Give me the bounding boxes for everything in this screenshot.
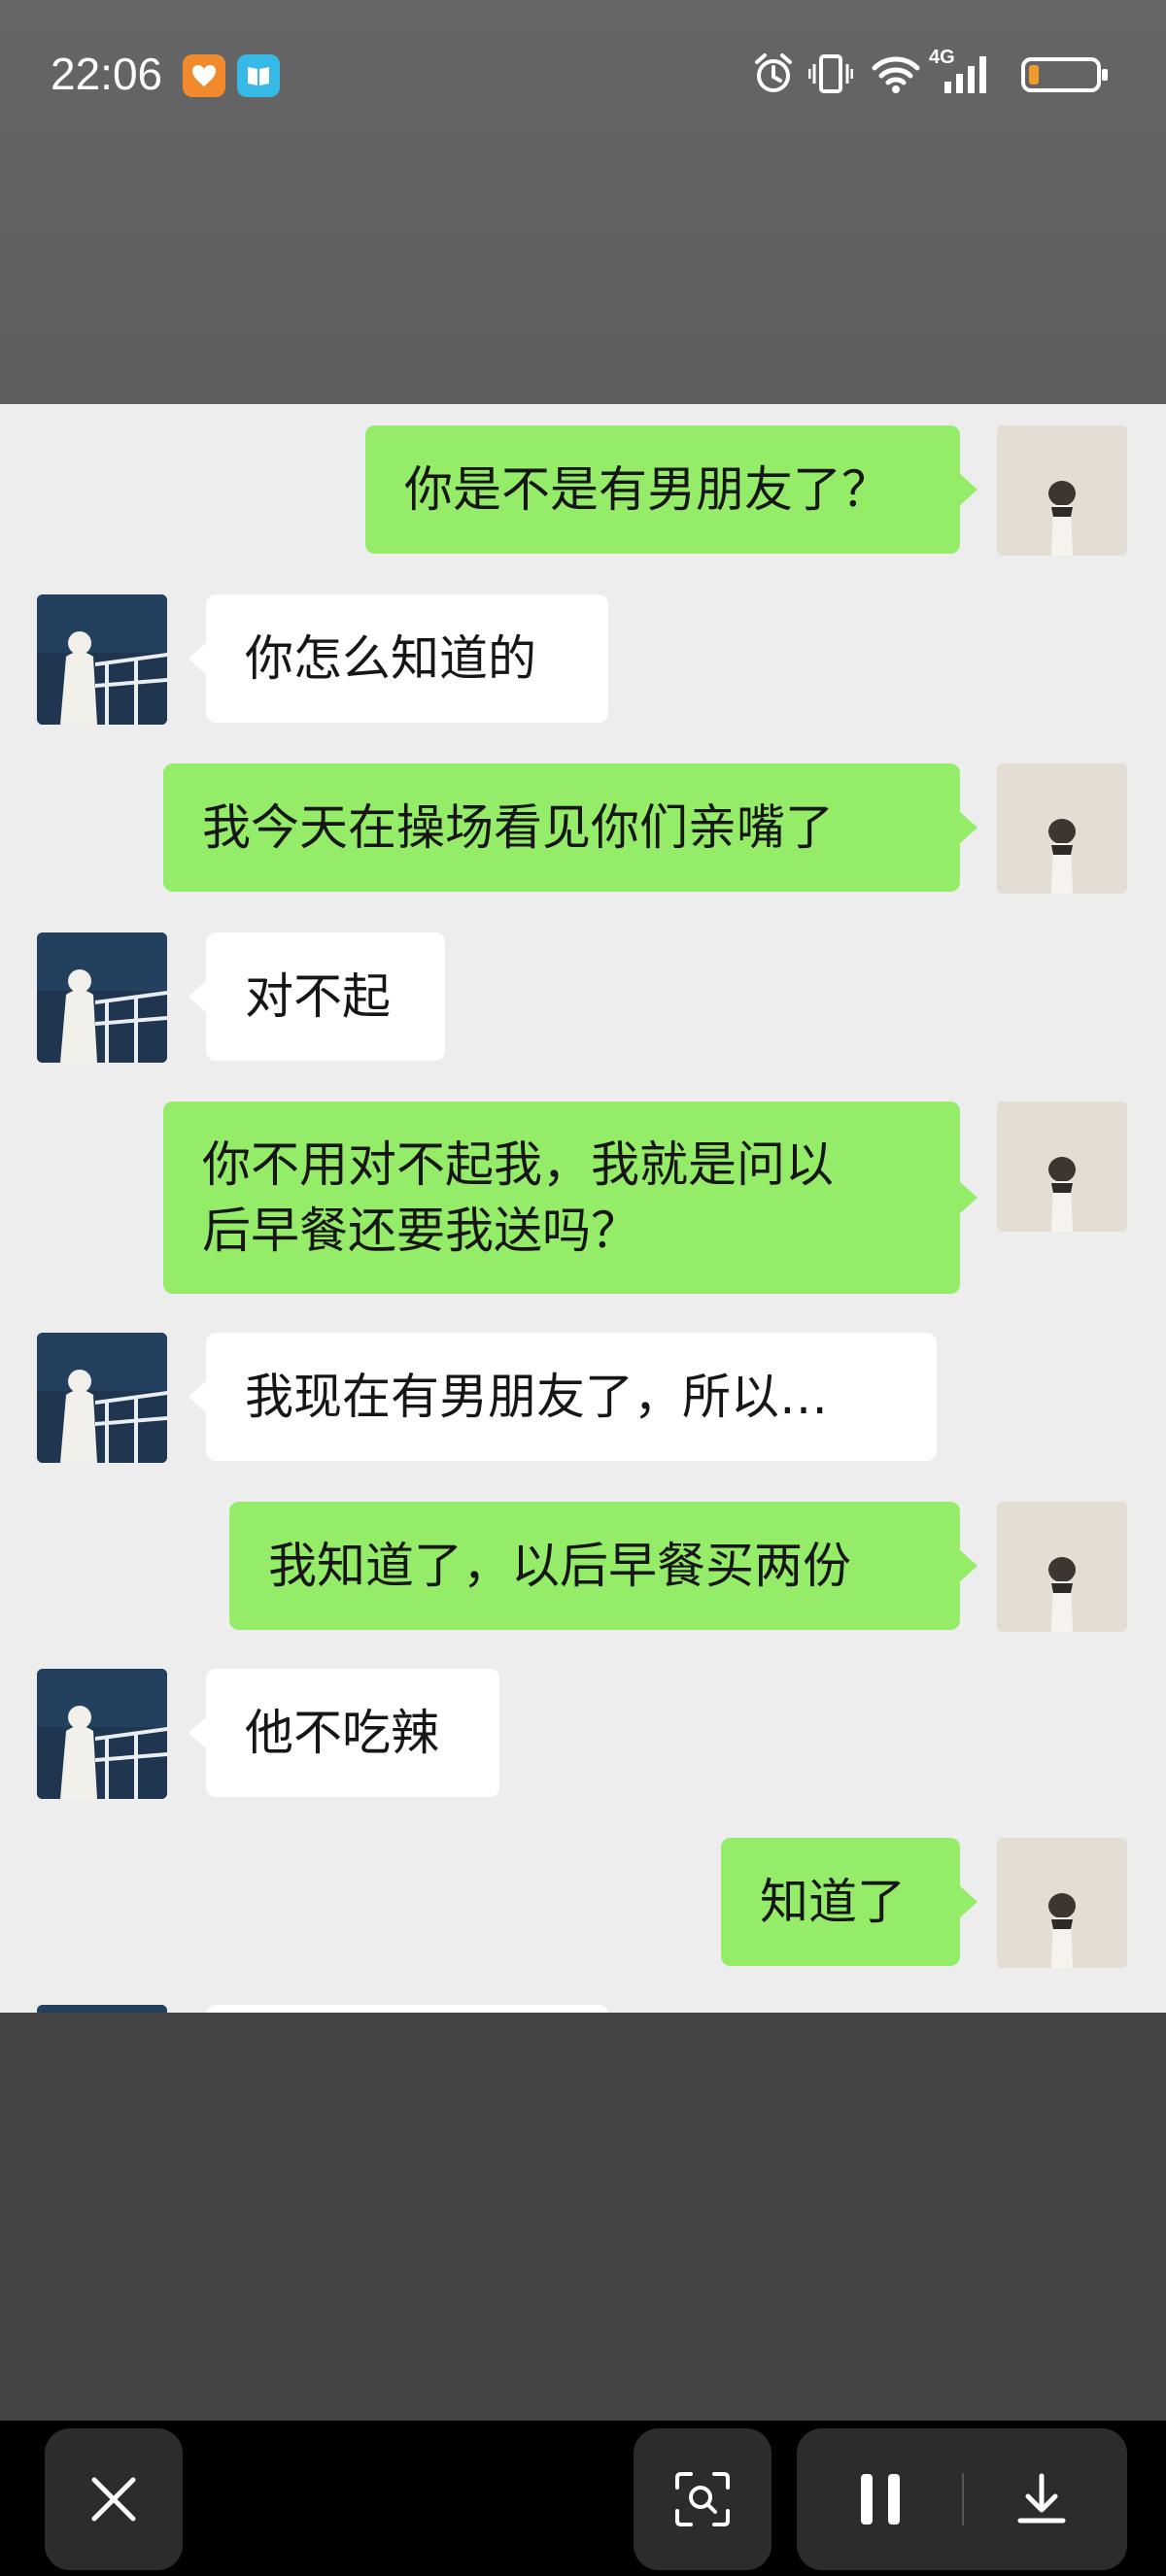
media-viewer-background bbox=[0, 2013, 1166, 2421]
message-text: 你不用对不起我，我就是问以 后早餐还要我送吗？ bbox=[202, 1136, 834, 1259]
message-text: 他不吃辣 bbox=[245, 1705, 439, 1761]
message-text: 知道了 bbox=[760, 1874, 906, 1930]
message-bubble-received: 我现在有男朋友了，所以… bbox=[189, 1333, 937, 1461]
viewer-toolbar bbox=[0, 2421, 1166, 2576]
avatar-self[interactable] bbox=[997, 763, 1127, 894]
avatar-self[interactable] bbox=[997, 1102, 1127, 1232]
pause-icon bbox=[861, 2474, 900, 2525]
alarm-icon bbox=[755, 53, 792, 92]
vibrate-icon bbox=[808, 54, 853, 93]
message-bubble-received: 对不起 bbox=[189, 932, 445, 1061]
avatar-contact[interactable] bbox=[37, 1669, 167, 1799]
wifi-icon bbox=[872, 56, 920, 93]
close-icon bbox=[91, 2477, 136, 2522]
avatar-self[interactable] bbox=[997, 1502, 1127, 1632]
message-bubble-sent: 你不用对不起我，我就是问以 后早餐还要我送吗？ bbox=[163, 1102, 977, 1294]
pause-button[interactable] bbox=[797, 2428, 962, 2570]
avatar-contact[interactable] bbox=[37, 1333, 167, 1463]
download-button[interactable] bbox=[964, 2428, 1127, 2570]
status-time: 22:06 bbox=[51, 49, 163, 99]
scan-icon bbox=[675, 2472, 730, 2526]
heart-app-icon bbox=[183, 54, 225, 97]
playback-controls bbox=[797, 2428, 1127, 2570]
chat-screenshot: 你是不是有男朋友了？ 你怎么知道的 我今天在操场看见你们亲嘴了 对不起 你不用对… bbox=[0, 404, 1166, 2013]
avatar-contact[interactable] bbox=[37, 594, 167, 725]
message-bubble-sent: 我知道了，以后早餐买两份 bbox=[229, 1502, 977, 1630]
avatar-contact bbox=[37, 2005, 167, 2013]
message-text: 你是不是有男朋友了？ bbox=[404, 461, 890, 518]
message-text: 我知道了，以后早餐买两份 bbox=[268, 1538, 851, 1594]
message-bubble-sent: 我今天在操场看见你们亲嘴了 bbox=[163, 763, 977, 892]
message-text: 你怎么知道的 bbox=[245, 630, 536, 687]
status-bar: 22:06 4G bbox=[0, 0, 1166, 404]
message-bubble-sent: 你是不是有男朋友了？ bbox=[365, 425, 977, 554]
message-text: 我今天在操场看见你们亲嘴了 bbox=[202, 799, 834, 856]
close-button[interactable] bbox=[45, 2428, 183, 2570]
message-text: 对不起 bbox=[245, 968, 391, 1025]
avatar-self[interactable] bbox=[997, 425, 1127, 556]
avatar-self[interactable] bbox=[997, 1838, 1127, 1968]
signal-icon bbox=[944, 56, 986, 93]
status-icons: 4G bbox=[752, 47, 1121, 99]
message-bubble-received: 你怎么知道的 bbox=[189, 594, 608, 723]
message-text: 我现在有男朋友了，所以… bbox=[245, 1369, 828, 1425]
battery-low-icon bbox=[1021, 57, 1108, 92]
download-icon bbox=[1017, 2473, 1066, 2524]
message-bubble-received: 他不吃辣 bbox=[189, 1669, 499, 1797]
message-bubble-received bbox=[206, 2005, 608, 2013]
scan-button[interactable] bbox=[634, 2428, 772, 2570]
book-app-icon bbox=[237, 54, 280, 97]
avatar-contact[interactable] bbox=[37, 932, 167, 1063]
message-bubble-sent: 知道了 bbox=[721, 1838, 977, 1966]
